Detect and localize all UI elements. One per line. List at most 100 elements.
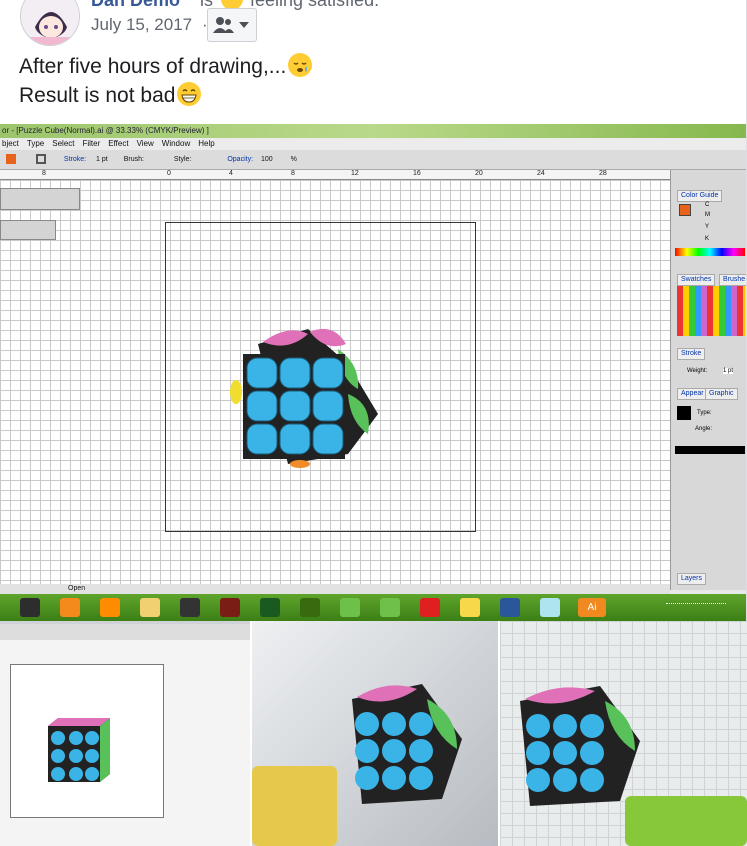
- system-tray[interactable]: [666, 603, 726, 612]
- game-launcher-icon[interactable]: [300, 598, 320, 617]
- illustrator-status-bar: Open: [0, 584, 670, 594]
- menu-effect: Effect: [108, 139, 129, 148]
- illustrator-control-bar: Stroke: 1 pt Brush: Style: Opacity: 100 …: [0, 150, 746, 170]
- sims-2-icon[interactable]: [380, 598, 400, 617]
- stroke-panel-tab[interactable]: Stroke: [677, 348, 706, 360]
- paint-icon[interactable]: [540, 598, 560, 617]
- channel-c: C: [705, 202, 710, 208]
- friends-icon: [213, 17, 249, 33]
- caret-down-icon: [239, 22, 249, 28]
- channel-y: Y: [705, 224, 710, 230]
- ruler-tick: 8: [291, 170, 295, 177]
- sims-icon[interactable]: [340, 598, 360, 617]
- illustrator-title-bar: or - [Puzzle Cube(Normal).ai @ 33.33% (C…: [0, 124, 746, 138]
- illustrator-taskbar-icon[interactable]: Ai: [578, 598, 606, 617]
- menu-object: bject: [2, 139, 19, 148]
- post-message-line-1: After five hours of drawing,...: [19, 52, 313, 81]
- illustrator-menu-bar: bject Type Select Filter Effect View Window Hel…: [0, 138, 746, 150]
- ruler-tick: 20: [475, 170, 483, 177]
- post-timestamp[interactable]: July 15, 2017: [91, 15, 192, 35]
- illustrator-panels: Color Guide C M Y K Swatches Brushe Stro…: [670, 170, 746, 590]
- fill-swatch: [6, 154, 16, 165]
- ruler-tick: 28: [599, 170, 607, 177]
- weight-label: Weight:: [687, 368, 708, 374]
- gradient-bar: [675, 446, 745, 454]
- post-message: After five hours of drawing,... Result i…: [19, 52, 313, 110]
- post-message-line-2: Result is not bad: [19, 81, 312, 110]
- taskbar-app-icon[interactable]: [20, 598, 40, 617]
- menu-filter: Filter: [82, 139, 101, 148]
- graphic-styles-tab[interactable]: Graphic: [705, 388, 738, 400]
- color-fill-swatch: [679, 204, 691, 216]
- stroke-swatch: [35, 154, 46, 165]
- stroke-label: Stroke:: [63, 156, 87, 163]
- vlc-icon[interactable]: [100, 598, 120, 617]
- angle-label: Angle:: [695, 426, 713, 432]
- ruler-tick: 24: [537, 170, 545, 177]
- menu-type: Type: [26, 139, 45, 148]
- ruler-tick: 12: [351, 170, 359, 177]
- type-label: Type:: [697, 410, 712, 416]
- menu-help: Help: [198, 139, 215, 148]
- weight-value[interactable]: 1 pt: [723, 368, 734, 374]
- author-avatar[interactable]: [20, 0, 80, 46]
- color-spectrum[interactable]: [675, 248, 745, 256]
- post-card: Dan Demo is feeling satisfied. July 15, …: [0, 0, 747, 846]
- feeling-status: feeling satisfied.: [250, 0, 380, 10]
- opacity-value: 100: [260, 156, 273, 163]
- cube-on-screen-photo-2: [520, 686, 640, 806]
- avatar-illustration: [21, 0, 79, 45]
- channel-k: K: [705, 236, 710, 242]
- menu-view: View: [136, 139, 154, 148]
- gradient-swatch: [677, 406, 691, 420]
- stroke-value: 1 pt: [96, 156, 108, 163]
- opacity-unit: %: [290, 156, 297, 163]
- media-player-icon[interactable]: [60, 598, 80, 617]
- physical-cube-green: [625, 796, 747, 846]
- menu-select: Select: [52, 139, 75, 148]
- puzzle-cube-drawing: [230, 328, 378, 468]
- swatches-tab[interactable]: Swatches: [677, 274, 716, 286]
- brush-label: Brush:: [123, 156, 144, 163]
- author-name[interactable]: Dan Demo: [91, 0, 180, 11]
- dota-icon[interactable]: [220, 598, 240, 617]
- menu-window: Window: [161, 139, 191, 148]
- color-guide-tab[interactable]: Color Guide: [677, 190, 723, 202]
- channel-m: M: [705, 212, 710, 218]
- layers-tab[interactable]: Layers: [677, 573, 707, 585]
- main-photo[interactable]: or - [Puzzle Cube(Normal).ai @ 33.33% (C…: [0, 124, 746, 621]
- opacity-label: Opacity:: [227, 156, 254, 163]
- post-header: Dan Demo is feeling satisfied. July 15, …: [0, 0, 747, 48]
- grinning-face-icon: [177, 82, 202, 106]
- game-icon[interactable]: [180, 598, 200, 617]
- style-label: Style:: [173, 156, 192, 163]
- status-open: Open: [68, 585, 86, 592]
- message-line-1-text: After five hours of drawing,...: [19, 55, 287, 78]
- appearance-tab[interactable]: Appear: [677, 388, 708, 400]
- swatches-grid[interactable]: [677, 286, 745, 336]
- message-line-2-text: Result is not bad: [19, 84, 176, 107]
- horizontal-ruler: 8 0 4 8 12 16 20 24 28: [0, 170, 670, 180]
- photo-thumbnail-3[interactable]: [500, 621, 747, 846]
- zip-icon[interactable]: [420, 598, 440, 617]
- selection-tools-panel: [0, 220, 56, 240]
- folder-icon[interactable]: [140, 598, 160, 617]
- photo-thumbnail-1[interactable]: [0, 621, 250, 846]
- shape-tools-panel: [0, 188, 80, 210]
- sticky-notes-icon[interactable]: [460, 598, 480, 617]
- sleepy-face-icon: [288, 53, 313, 77]
- ruler-tick: 8: [42, 170, 46, 177]
- word-icon[interactable]: [500, 598, 520, 617]
- ruler-tick: 4: [229, 170, 233, 177]
- keyboard-app-icon[interactable]: [260, 598, 280, 617]
- cube-on-screen-photo: [352, 684, 462, 804]
- ruler-tick: 16: [413, 170, 421, 177]
- ruler-tick: 0: [167, 170, 171, 177]
- audience-selector-button[interactable]: [207, 8, 257, 42]
- brushes-tab[interactable]: Brushe: [719, 274, 746, 286]
- photo-thumbnail-2[interactable]: [252, 621, 498, 846]
- windows-taskbar: Ai: [0, 594, 746, 621]
- physical-cube: [252, 766, 337, 846]
- cube-thumbnail: [48, 718, 110, 782]
- thumbnail-toolbar: [0, 624, 250, 640]
